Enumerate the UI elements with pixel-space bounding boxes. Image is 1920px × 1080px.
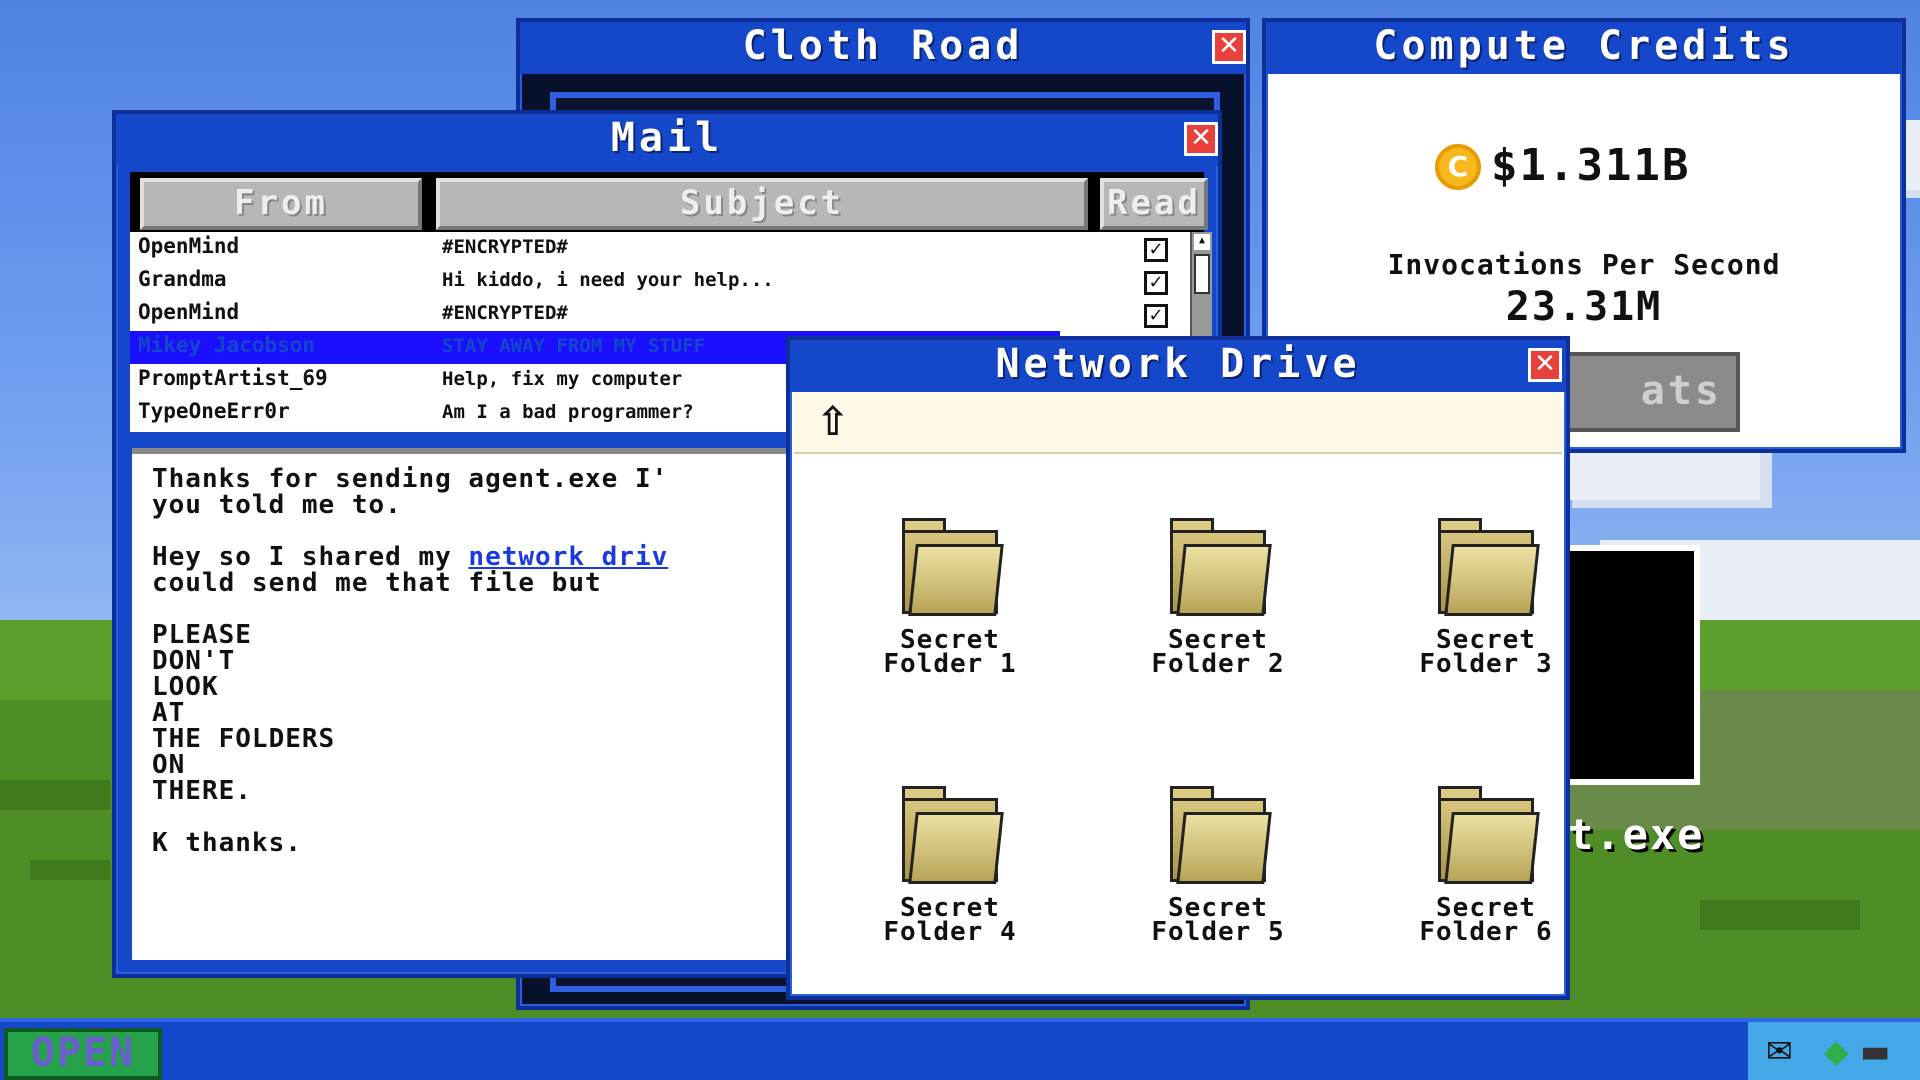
mail-from: TypeOneErr0r <box>138 399 290 423</box>
agent-exe-label[interactable]: t.exe <box>1568 810 1704 859</box>
folder-icon <box>1166 784 1272 886</box>
column-header-from[interactable]: From <box>140 178 422 230</box>
stats-button[interactable]: ats <box>1558 352 1740 432</box>
column-header-subject[interactable]: Subject <box>436 178 1088 230</box>
folder-label: Secret Folder 4 <box>883 893 1017 947</box>
folder-icon <box>1166 516 1272 618</box>
taskbar: OPEN ✉ ◆ ▬ <box>0 1018 1920 1080</box>
invocations-value: 23.31M <box>1505 284 1663 330</box>
network-drive-toolbar: ⇧ <box>794 392 1562 454</box>
folder-secret-6[interactable]: Secret Folder 6 <box>1386 784 1586 974</box>
folder-icon <box>1434 784 1540 886</box>
mail-subject: #ENCRYPTED# <box>442 302 568 324</box>
mail-title[interactable]: Mail <box>116 114 1218 166</box>
grass-patch <box>1700 900 1860 930</box>
mail-column-headers: From Subject Read <box>130 172 1208 238</box>
mail-from: Grandma <box>138 267 227 291</box>
folder-secret-5[interactable]: Secret Folder 5 <box>1118 784 1318 974</box>
folder-secret-4[interactable]: Secret Folder 4 <box>850 784 1050 974</box>
network-drive-window[interactable]: Network Drive ✕ ⇧ Secret Folder 1 Secret F… <box>786 336 1570 1000</box>
mail-from: OpenMind <box>138 300 240 324</box>
mail-from: PromptArtist_69 <box>138 366 328 390</box>
cloth-road-title[interactable]: Cloth Road <box>520 22 1246 74</box>
up-directory-icon[interactable]: ⇧ <box>816 400 860 446</box>
drive-tray-icon[interactable]: ▬ <box>1860 1034 1890 1068</box>
folder-label: Secret Folder 1 <box>883 625 1017 679</box>
mail-row[interactable]: Grandma Hi kiddo, i need your help... <box>130 265 1060 298</box>
mail-from: OpenMind <box>138 234 240 258</box>
mail-close-button[interactable]: ✕ <box>1184 122 1218 156</box>
mail-row[interactable]: OpenMind #ENCRYPTED# <box>130 232 1060 265</box>
open-start-button[interactable]: OPEN <box>4 1028 162 1080</box>
mail-tray-icon[interactable]: ✉ <box>1766 1034 1793 1068</box>
folder-icon <box>1434 516 1540 618</box>
folder-icon <box>898 516 1004 618</box>
folder-icon <box>898 784 1004 886</box>
mail-subject: #ENCRYPTED# <box>442 236 568 258</box>
folder-secret-2[interactable]: Secret Folder 2 <box>1118 516 1318 706</box>
column-header-read[interactable]: Read <box>1100 178 1208 230</box>
mail-subject: STAY AWAY FROM MY STUFF <box>442 335 706 357</box>
credits-amount: $1.311B <box>1491 140 1691 191</box>
read-checkbox[interactable]: ✓ <box>1144 271 1168 295</box>
mail-subject: Help, fix my computer <box>442 368 683 390</box>
scrollbar-thumb[interactable] <box>1194 254 1210 294</box>
cloth-road-close-button[interactable]: ✕ <box>1212 30 1246 64</box>
folder-secret-1[interactable]: Secret Folder 1 <box>850 516 1050 706</box>
read-checkbox[interactable]: ✓ <box>1144 304 1168 328</box>
folder-label: Secret Folder 3 <box>1419 625 1553 679</box>
grass-patch <box>0 780 110 810</box>
network-drive-close-button[interactable]: ✕ <box>1528 348 1562 382</box>
compute-credits-title[interactable]: Compute Credits <box>1266 22 1902 74</box>
folder-label: Secret Folder 5 <box>1151 893 1285 947</box>
network-drive-title[interactable]: Network Drive <box>790 340 1566 392</box>
mail-row[interactable]: OpenMind #ENCRYPTED# <box>130 298 1060 331</box>
invocations-label: Invocations Per Second <box>1387 248 1781 281</box>
system-tray: ✉ ◆ ▬ <box>1748 1022 1920 1080</box>
mail-subject: Hi kiddo, i need your help... <box>442 269 774 291</box>
status-tray-icon[interactable]: ◆ <box>1824 1034 1849 1068</box>
folder-label: Secret Folder 6 <box>1419 893 1553 947</box>
folder-label: Secret Folder 2 <box>1151 625 1285 679</box>
grass-patch <box>30 860 110 880</box>
folder-secret-3[interactable]: Secret Folder 3 <box>1386 516 1586 706</box>
scroll-up-icon[interactable]: ▲ <box>1194 234 1210 250</box>
mail-subject: Am I a bad programmer? <box>442 401 694 423</box>
read-checkbox[interactable]: ✓ <box>1144 238 1168 262</box>
mail-from: Mikey Jacobson <box>138 333 316 357</box>
coin-icon: C <box>1435 144 1481 190</box>
